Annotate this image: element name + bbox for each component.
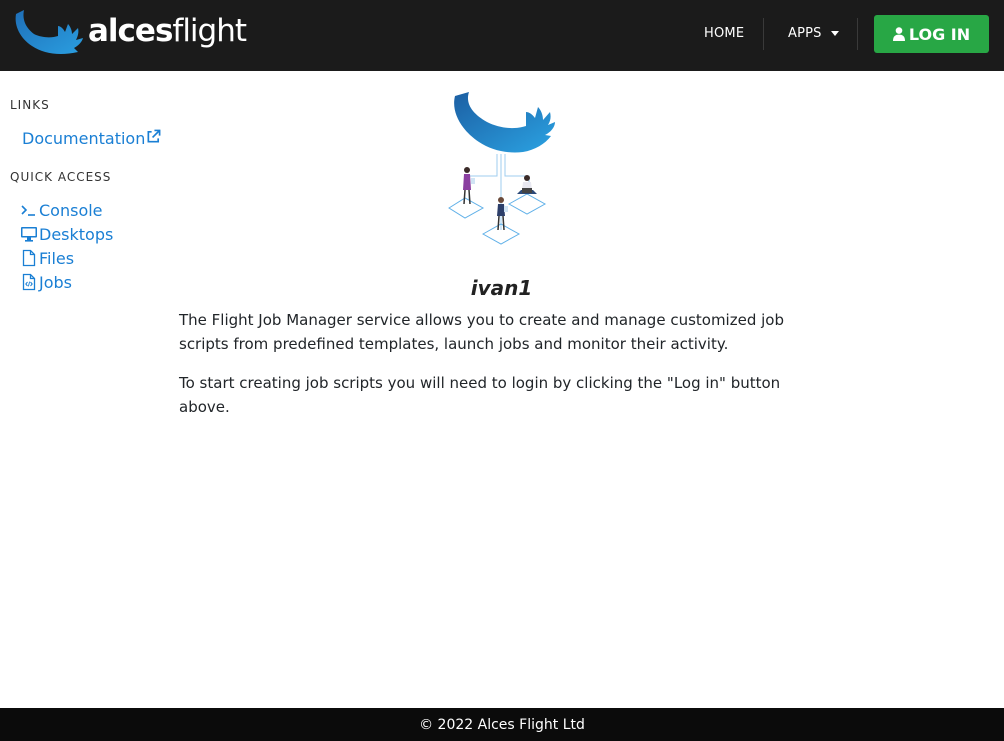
footer: © 2022 Alces Flight Ltd bbox=[0, 708, 1004, 741]
terminal-icon bbox=[21, 205, 35, 216]
file-code-icon bbox=[22, 273, 36, 291]
file-icon bbox=[22, 249, 36, 267]
antler-logo-icon bbox=[15, 10, 83, 54]
login-button[interactable]: LOG IN bbox=[874, 15, 989, 53]
files-label: Files bbox=[39, 248, 75, 268]
main-content: ivan1 The Flight Job Manager service all… bbox=[179, 90, 824, 419]
top-navbar: alcesflight HOME APPS LOG IN bbox=[0, 0, 1004, 71]
quick-access-files[interactable]: Files bbox=[20, 246, 170, 270]
quick-access-heading: QUICK ACCESS bbox=[10, 170, 112, 184]
desktop-icon bbox=[21, 227, 37, 242]
login-button-label: LOG IN bbox=[908, 24, 971, 44]
sidebar: LINKS Documentation QUICK ACCESS Console… bbox=[10, 98, 170, 294]
user-icon bbox=[892, 27, 905, 41]
quick-access-jobs[interactable]: Jobs bbox=[20, 270, 170, 294]
console-label: Console bbox=[39, 200, 103, 220]
login-hint-paragraph: To start creating job scripts you will n… bbox=[179, 374, 781, 416]
copyright-text: © 2022 Alces Flight Ltd bbox=[419, 716, 585, 733]
desktops-label: Desktops bbox=[39, 224, 114, 244]
external-link-icon bbox=[147, 129, 161, 142]
nav-divider bbox=[763, 18, 764, 50]
jobs-label: Jobs bbox=[39, 272, 72, 292]
quick-access-desktops[interactable]: Desktops bbox=[20, 222, 170, 246]
nav-divider bbox=[857, 18, 858, 50]
documentation-link[interactable]: Documentation bbox=[22, 126, 170, 150]
brand-name-light: flight bbox=[172, 13, 247, 49]
brand-name: alcesflight bbox=[88, 13, 247, 49]
hero-illustration bbox=[448, 92, 555, 245]
nav-apps-label: APPS bbox=[788, 26, 822, 41]
quick-access-list: Console Desktops Files Jobs bbox=[20, 198, 170, 294]
nav-home-link[interactable]: HOME bbox=[704, 26, 744, 41]
intro-paragraph: The Flight Job Manager service allows yo… bbox=[179, 311, 784, 353]
nav-apps-dropdown[interactable]: APPS bbox=[788, 26, 839, 41]
links-heading: LINKS bbox=[10, 98, 50, 112]
brand-name-bold: alces bbox=[88, 13, 173, 49]
quick-access-console[interactable]: Console bbox=[20, 198, 170, 222]
page-title: ivan1 bbox=[470, 276, 533, 300]
caret-down-icon bbox=[830, 31, 839, 36]
documentation-label: Documentation bbox=[22, 128, 146, 148]
brand-logo[interactable]: alcesflight bbox=[12, 8, 247, 60]
